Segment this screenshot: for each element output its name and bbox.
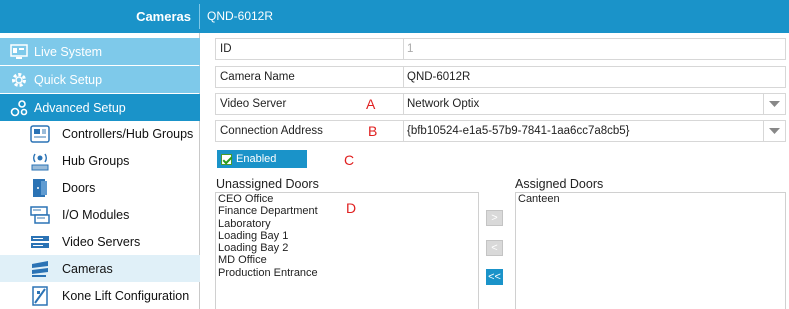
sidebar-item-advanced-setup[interactable]: Advanced Setup [0,94,200,121]
connection-address-row: Connection Address {bfb10524-e1a5-57b9-7… [215,120,786,142]
chevron-down-icon[interactable] [763,121,785,141]
list-item[interactable]: Loading Bay 2 [216,242,478,254]
sidebar-item-hub-groups[interactable]: Hub Groups [0,147,200,174]
video-server-label: Video Server [220,98,287,110]
id-label: ID [220,43,232,55]
monitor-icon [10,43,28,61]
sidebar-item-label: Kone Lift Configuration [62,288,190,303]
sidebar-item-label: Hub Groups [62,153,130,168]
list-item[interactable]: Laboratory [216,218,478,230]
assigned-doors-list[interactable]: Canteen [515,192,786,309]
sidebar-item-kone-lift-configuration[interactable]: Kone Lift Configuration [0,282,200,309]
doors-icon [28,177,52,199]
remove-door-button[interactable]: < [486,240,503,256]
gear-icon [10,71,28,89]
add-door-button[interactable]: > [486,210,503,226]
connection-address-label: Connection Address [220,125,323,137]
io-modules-icon [28,204,52,226]
unassigned-doors-title: Unassigned Doors [216,177,319,191]
sidebar-item-label: Quick Setup [34,72,103,87]
annotation-marker-b: B [368,123,378,139]
cameras-icon [28,258,52,280]
sidebar-item-doors[interactable]: Doors [0,174,200,201]
enabled-checkbox[interactable]: Enabled [217,150,307,168]
sidebar-item-quick-setup[interactable]: Quick Setup [0,66,200,93]
sidebar-item-label: Doors [62,180,96,195]
id-row: ID 1 [215,38,786,60]
list-item[interactable]: Production Entrance [216,267,478,279]
assigned-doors-title: Assigned Doors [515,177,604,191]
chevron-down-icon[interactable] [763,94,785,114]
camera-name-field[interactable]: QND-6012R [403,67,787,87]
item-title: QND-6012R [207,9,274,23]
camera-name-row: Camera Name QND-6012R [215,66,786,88]
sidebar-item-io-modules[interactable]: I/O Modules [0,201,200,228]
settings-tree-icon [10,99,28,117]
sidebar-item-label: Live System [34,44,103,59]
lift-icon [28,285,52,307]
id-field: 1 [403,39,787,59]
sidebar-item-label: Cameras [62,261,113,276]
annotation-marker-c: C [344,152,355,168]
hub-groups-icon [28,150,52,172]
connection-address-select[interactable]: {bfb10524-e1a5-57b9-7841-1aa6cc7a8cb5} [403,121,787,141]
list-item[interactable]: Canteen [516,193,785,205]
annotation-marker-a: A [366,96,376,112]
sidebar-item-controllers-hub-groups[interactable]: Controllers/Hub Groups [0,120,200,147]
list-item[interactable]: Loading Bay 1 [216,230,478,242]
section-title: Cameras [136,9,191,24]
video-server-select[interactable]: Network Optix [403,94,787,114]
sidebar-item-live-system[interactable]: Live System [0,38,200,65]
title-separator [199,4,200,29]
annotation-marker-d: D [346,200,357,216]
sidebar-item-cameras[interactable]: Cameras [0,255,200,282]
sidebar: Live System Quick Setup Advanced Setup C… [0,33,200,309]
list-item[interactable]: MD Office [216,254,478,266]
camera-name-label: Camera Name [220,71,295,83]
sidebar-item-label: Advanced Setup [34,100,126,115]
checkbox-checked-icon[interactable] [221,153,232,165]
video-server-row: Video Server Network Optix [215,93,786,115]
camera-details-panel: ID 1 Camera Name QND-6012R Video Server … [201,33,789,309]
sidebar-item-label: I/O Modules [62,207,130,222]
sidebar-item-video-servers[interactable]: Video Servers [0,228,200,255]
sidebar-item-label: Video Servers [62,234,141,249]
remove-all-doors-button[interactable]: << [486,269,503,285]
sidebar-item-label: Controllers/Hub Groups [62,126,194,141]
video-servers-icon [28,231,52,253]
controllers-icon [28,123,52,145]
enabled-label: Enabled [236,153,277,165]
title-bar: Cameras QND-6012R [0,0,789,33]
